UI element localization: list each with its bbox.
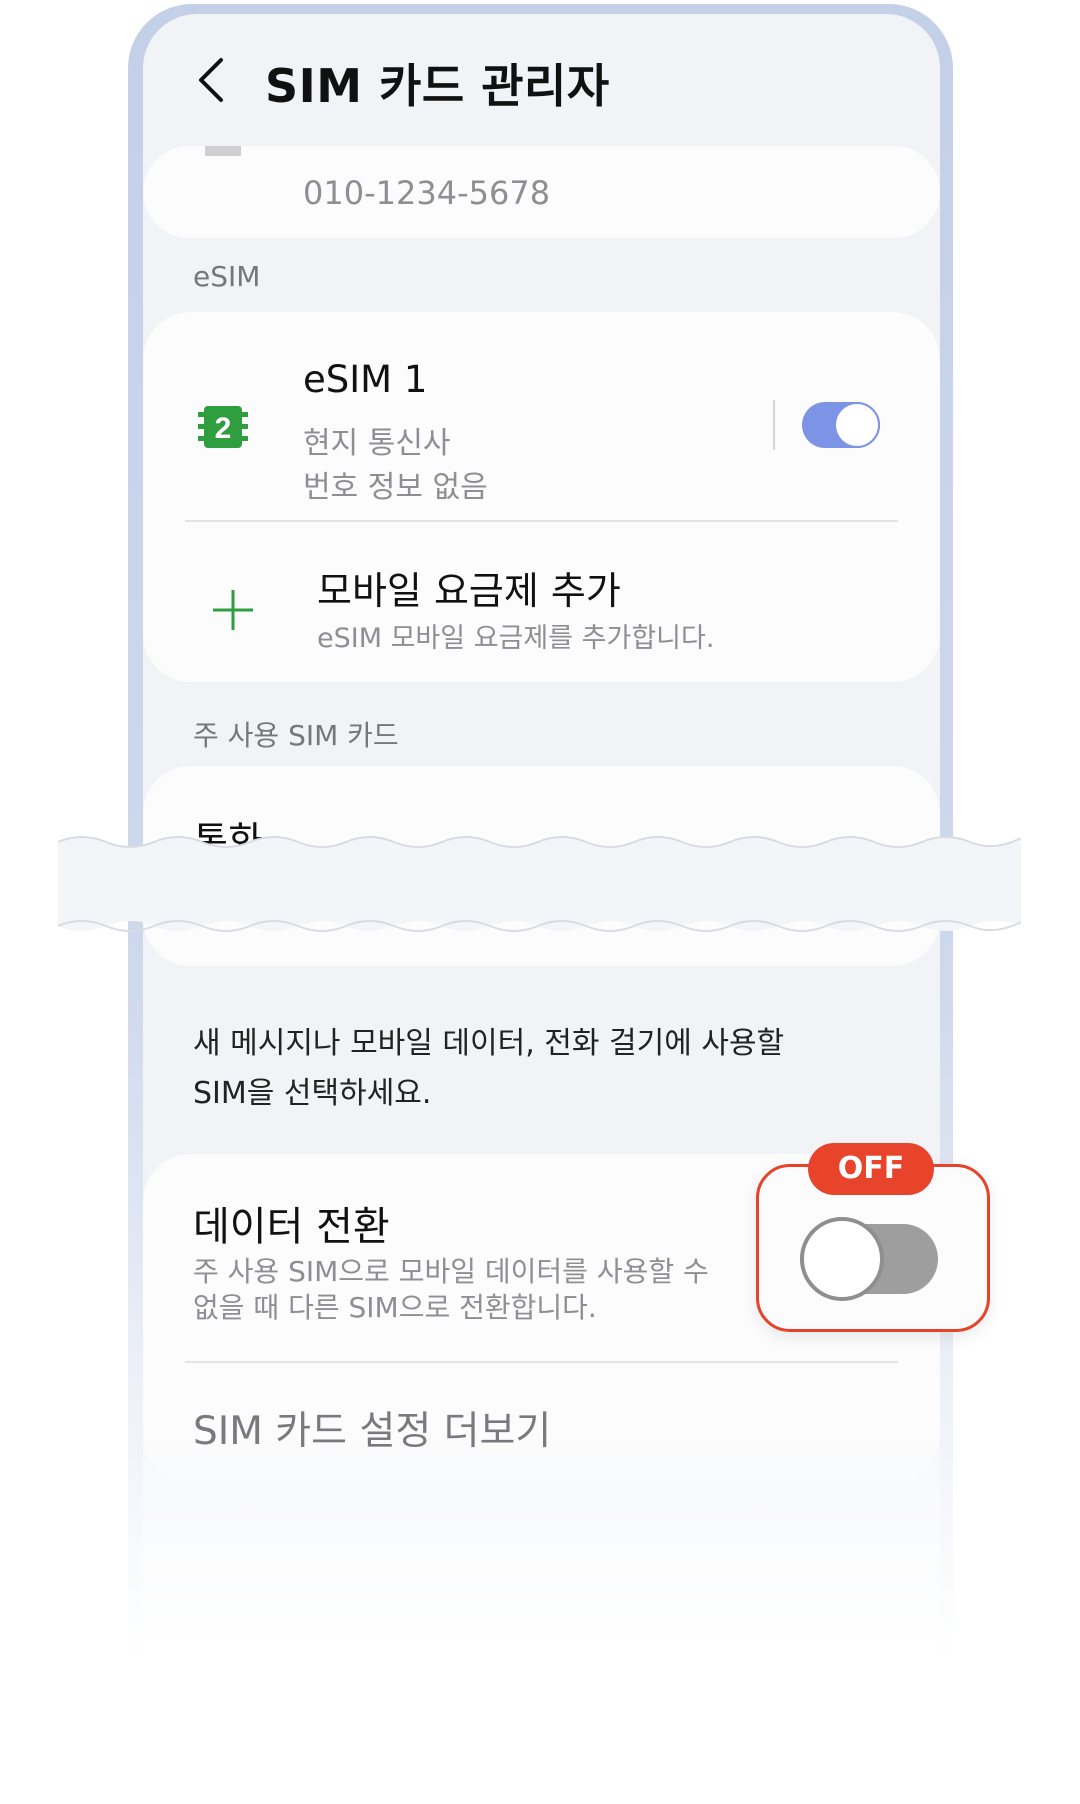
esim-name[interactable]: eSIM 1 (303, 358, 427, 401)
sim-card-item[interactable]: 010-1234-5678 (143, 146, 940, 238)
divider (185, 520, 898, 522)
page-title: SIM 카드 관리자 (265, 59, 610, 113)
section-label-primary-sim: 주 사용 SIM 카드 (193, 719, 399, 752)
esim-chip-icon: 2 (198, 406, 248, 448)
content-break-wave (58, 836, 1021, 932)
toggle-knob (834, 402, 880, 448)
esim1-toggle[interactable] (802, 402, 880, 448)
off-badge: OFF (808, 1143, 934, 1195)
add-plan-subtitle: eSIM 모바일 요금제를 추가합니다. (317, 623, 715, 654)
esim-number-info: 번호 정보 없음 (303, 470, 488, 505)
chevron-left-icon[interactable] (193, 54, 229, 106)
phone-number: 010-1234-5678 (303, 174, 551, 212)
toggle-knob (800, 1217, 884, 1301)
esim-card: 2 eSIM 1 현지 통신사 번호 정보 없음 모바일 요금제 추가 eSIM… (143, 312, 940, 682)
divider (185, 1361, 898, 1363)
data-switch-description: 주 사용 SIM으로 모바일 데이터를 사용할 수 없을 때 다른 SIM으로 … (193, 1255, 709, 1324)
primary-sim-info: 새 메시지나 모바일 데이터, 전화 걸기에 사용할 SIM을 선택하세요. (193, 1026, 785, 1111)
data-switch-toggle[interactable] (800, 1217, 938, 1301)
data-switch-title[interactable]: 데이터 전환 (193, 1194, 390, 1252)
vertical-divider (773, 400, 775, 450)
sim-card-icon (205, 146, 241, 156)
more-sim-settings[interactable]: SIM 카드 설정 더보기 (193, 1400, 551, 1456)
add-plan-title[interactable]: 모바일 요금제 추가 (317, 560, 621, 615)
svg-text:2: 2 (215, 412, 232, 445)
esim-carrier: 현지 통신사 (303, 426, 451, 461)
section-label-esim: eSIM (193, 260, 261, 293)
plus-icon[interactable] (211, 588, 255, 632)
